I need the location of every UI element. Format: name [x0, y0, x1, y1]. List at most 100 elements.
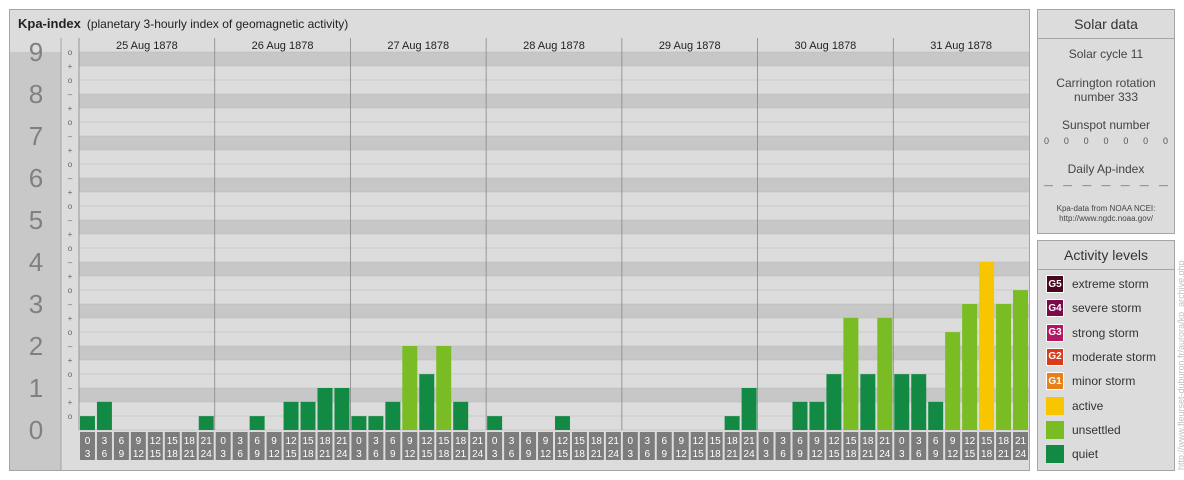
interval-end-label: 6 [645, 449, 651, 460]
kp-bar [792, 401, 808, 430]
interval-end-label: 24 [744, 449, 756, 460]
interval-start-label: 21 [472, 436, 484, 447]
interval-end-label: 12 [947, 449, 959, 460]
interval-end-label: 24 [472, 449, 484, 460]
kp-bar [368, 416, 384, 430]
sunspot-value-5: 0 [1143, 136, 1149, 146]
carrington-line-2: number 333 [1073, 90, 1139, 104]
y-sub-label: – [68, 300, 73, 309]
y-tick-label: 6 [29, 163, 43, 193]
y-sub-label: o [68, 286, 73, 295]
activity-levels-panel: Activity levels G5 extreme storm G4 severe … [1037, 240, 1175, 471]
kp-bar [877, 317, 893, 430]
interval-end-label: 12 [540, 449, 552, 460]
y-sub-label: + [68, 272, 73, 281]
sunspot-value-4: 0 [1123, 136, 1129, 146]
interval-start-label: 9 [407, 436, 413, 447]
interval-start-label: 12 [693, 436, 705, 447]
interval-end-label: 9 [119, 449, 125, 460]
day-label: 28 Aug 1878 [523, 40, 585, 52]
interval-start-label: 3 [645, 436, 651, 447]
kp-bar [317, 388, 333, 430]
legend-item-moderate-storm: G2 moderate storm [1046, 347, 1156, 367]
interval-end-label: 3 [628, 449, 634, 460]
kp-bar [826, 374, 842, 430]
interval-end-label: 12 [811, 449, 823, 460]
interval-end-label: 6 [237, 449, 243, 460]
y-sub-label: o [68, 328, 73, 337]
y-sub-label: + [68, 230, 73, 239]
kp-bar [351, 416, 367, 430]
legend-item-unsettled: unsettled [1046, 420, 1121, 440]
interval-end-label: 3 [220, 449, 226, 460]
interval-start-label: 15 [302, 436, 314, 447]
interval-start-label: 15 [710, 436, 722, 447]
interval-end-label: 15 [693, 449, 705, 460]
legend-label: severe storm [1072, 301, 1142, 316]
ap-value-6: — [1158, 180, 1168, 190]
interval-start-label: 21 [608, 436, 620, 447]
day-label: 29 Aug 1878 [659, 40, 721, 52]
kp-bar [385, 401, 401, 430]
day-label: 30 Aug 1878 [795, 40, 857, 52]
interval-start-label: 18 [184, 436, 196, 447]
interval-end-label: 24 [1015, 449, 1027, 460]
interval-end-label: 6 [102, 449, 108, 460]
ap-value-5: — [1139, 180, 1149, 190]
interval-start-label: 15 [438, 436, 450, 447]
sunspot-label: Sunspot number [1061, 118, 1151, 132]
y-sub-label: + [68, 398, 73, 407]
legend-swatch: G5 [1046, 275, 1064, 293]
legend-item-minor-storm: G1 minor storm [1046, 371, 1135, 391]
legend-swatch [1046, 445, 1064, 464]
kp-bar [249, 416, 265, 430]
interval-start-label: 9 [678, 436, 684, 447]
interval-end-label: 21 [319, 449, 331, 460]
interval-end-label: 21 [184, 449, 196, 460]
kp-bar [860, 374, 876, 430]
legend-item-strong-storm: G3 strong storm [1046, 323, 1139, 343]
legend-label: quiet [1072, 447, 1099, 462]
kp-bar [724, 416, 740, 430]
interval-end-label: 9 [797, 449, 803, 460]
y-sub-label: + [68, 146, 73, 155]
interval-end-label: 15 [964, 449, 976, 460]
kpa-bar-chart: 0123456789o+–o+–o+–o+–o+–o+–o+–o+–o+o25 … [10, 37, 1029, 470]
ap-value-2: — [1082, 180, 1092, 190]
interval-end-label: 12 [133, 449, 145, 460]
y-sub-label: o [68, 244, 73, 253]
y-sub-label: o [68, 48, 73, 57]
legend-item-active: active [1046, 396, 1103, 416]
kp-bar [283, 401, 299, 430]
band-upper [79, 178, 1029, 192]
interval-start-label: 12 [285, 436, 297, 447]
interval-end-label: 21 [727, 449, 739, 460]
interval-start-label: 18 [319, 436, 331, 447]
kp-bar [979, 262, 995, 430]
solar-cycle: Solar cycle 11 [1068, 47, 1144, 61]
ap-values: — — — — — — — [1038, 180, 1174, 190]
sunspot-value-2: 0 [1083, 136, 1089, 146]
solar-data-title: Solar data [1038, 10, 1174, 39]
interval-end-label: 9 [526, 449, 532, 460]
interval-start-label: 18 [998, 436, 1010, 447]
kp-bar [996, 304, 1012, 430]
interval-start-label: 9 [950, 436, 956, 447]
interval-start-label: 21 [201, 436, 213, 447]
band-upper [79, 94, 1029, 108]
y-sub-label: + [68, 104, 73, 113]
y-sub-label: o [68, 76, 73, 85]
interval-end-label: 6 [373, 449, 379, 460]
kp-bar [809, 401, 825, 430]
interval-start-label: 0 [356, 436, 362, 447]
interval-end-label: 3 [899, 449, 905, 460]
kp-bar [334, 388, 350, 430]
interval-end-label: 15 [828, 449, 840, 460]
interval-start-label: 3 [237, 436, 243, 447]
interval-end-label: 24 [336, 449, 348, 460]
activity-levels-title: Activity levels [1038, 241, 1174, 270]
ap-value-0: — [1044, 180, 1053, 190]
interval-start-label: 9 [814, 436, 820, 447]
y-sub-label: – [68, 90, 73, 99]
ap-value-4: — [1120, 180, 1130, 190]
